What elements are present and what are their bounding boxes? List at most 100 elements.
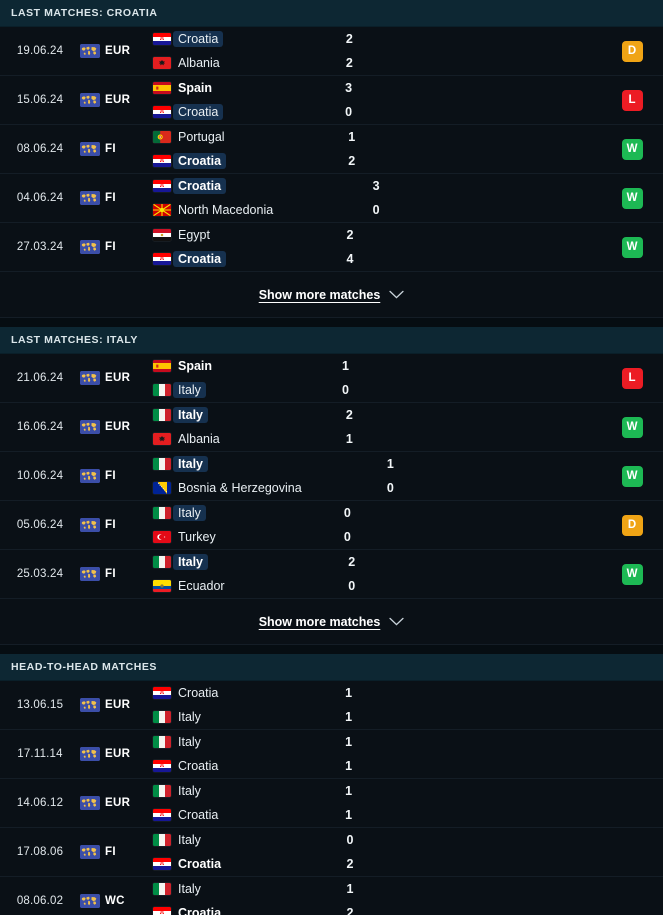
match-row[interactable]: 04.06.24 FI Croatia North Macedonia 3 0 … bbox=[0, 174, 663, 223]
competition-cell[interactable]: EUR bbox=[80, 730, 142, 778]
match-row[interactable]: 27.03.24 FI Egypt Croatia 2 4 W bbox=[0, 223, 663, 272]
competition-label: EUR bbox=[105, 45, 131, 57]
competition-cell[interactable]: WC bbox=[80, 877, 142, 915]
match-date: 08.06.24 bbox=[16, 143, 64, 155]
competition-cell[interactable]: FI bbox=[80, 174, 142, 222]
match-row[interactable]: 17.08.06 FI Italy Croatia 0 2 bbox=[0, 828, 663, 877]
match-row[interactable]: 19.06.24 EUR Croatia Albania 2 2 D bbox=[0, 27, 663, 76]
team-name-away[interactable]: Bosnia & Herzegovina bbox=[173, 480, 307, 496]
scores-cell: 2 4 bbox=[344, 223, 484, 271]
competition-cell[interactable]: EUR bbox=[80, 354, 142, 402]
team-row-home: Croatia bbox=[153, 178, 370, 194]
competition-cell[interactable]: EUR bbox=[80, 681, 142, 729]
team-name-home[interactable]: Spain bbox=[173, 80, 217, 96]
competition-cell[interactable]: FI bbox=[80, 452, 142, 500]
flag-icon-es bbox=[153, 82, 171, 94]
team-name-away[interactable]: Croatia bbox=[173, 104, 224, 120]
match-row[interactable]: 25.03.24 FI Italy Ecuador 2 0 W bbox=[0, 550, 663, 599]
score-away: 1 bbox=[345, 432, 353, 446]
team-name-home[interactable]: Italy bbox=[173, 505, 206, 521]
flag-icon-it bbox=[153, 458, 171, 470]
team-name-away[interactable]: North Macedonia bbox=[173, 202, 278, 218]
team-name-away[interactable]: Croatia bbox=[173, 251, 227, 267]
score-home: 1 bbox=[386, 457, 394, 471]
competition-cell[interactable]: FI bbox=[80, 828, 142, 876]
competition-cell[interactable]: EUR bbox=[80, 27, 142, 75]
team-name-home[interactable]: Egypt bbox=[173, 227, 215, 243]
match-row[interactable]: 08.06.24 FI Portugal Croatia 1 2 W bbox=[0, 125, 663, 174]
row-spacer bbox=[482, 779, 601, 827]
row-spacer bbox=[482, 76, 601, 124]
team-name-home[interactable]: Portugal bbox=[173, 129, 230, 145]
teams-cell: Croatia Albania bbox=[142, 27, 343, 75]
team-name-home[interactable]: Italy bbox=[173, 734, 206, 750]
competition-cell[interactable]: FI bbox=[80, 125, 142, 173]
match-row[interactable]: 14.06.12 EUR Italy Croatia 1 1 bbox=[0, 779, 663, 828]
match-date: 27.03.24 bbox=[16, 241, 64, 253]
scores-cell: 1 1 bbox=[342, 681, 482, 729]
teams-cell: Spain Italy bbox=[142, 354, 339, 402]
flag-icon-it bbox=[153, 785, 171, 797]
competition-cell[interactable]: EUR bbox=[80, 76, 142, 124]
match-row[interactable]: 13.06.15 EUR Croatia Italy 1 1 bbox=[0, 681, 663, 730]
row-spacer bbox=[481, 501, 601, 549]
row-spacer bbox=[483, 403, 601, 451]
match-row[interactable]: 17.11.14 EUR Italy Croatia 1 1 bbox=[0, 730, 663, 779]
score-home: 2 bbox=[345, 408, 353, 422]
team-name-away[interactable]: Ecuador bbox=[173, 578, 230, 594]
match-row[interactable]: 16.06.24 EUR Italy Albania 2 1 W bbox=[0, 403, 663, 452]
match-row[interactable]: 05.06.24 FI Italy Turkey 0 0 D bbox=[0, 501, 663, 550]
team-name-home[interactable]: Italy bbox=[173, 832, 206, 848]
team-name-home[interactable]: Italy bbox=[173, 554, 209, 570]
competition-label: EUR bbox=[105, 797, 131, 809]
result-cell: W bbox=[601, 223, 663, 271]
flag-icon-ba bbox=[153, 482, 171, 494]
competition-label: FI bbox=[105, 143, 116, 155]
section-header-head-to-head-matches: HEAD-TO-HEAD MATCHES bbox=[0, 654, 663, 681]
match-list-head-to-head-matches: 13.06.15 EUR Croatia Italy 1 1 17.11.14 … bbox=[0, 681, 663, 915]
team-name-away[interactable]: Croatia bbox=[173, 856, 226, 872]
flag-icon-hr bbox=[153, 253, 171, 265]
team-name-away[interactable]: Italy bbox=[173, 382, 206, 398]
teams-cell: Croatia Italy bbox=[142, 681, 342, 729]
team-row-home: Italy bbox=[153, 734, 342, 750]
scores-cell: 2 2 bbox=[343, 27, 483, 75]
team-name-away[interactable]: Albania bbox=[173, 55, 225, 71]
team-row-home: Italy bbox=[153, 881, 344, 897]
team-name-away[interactable]: Croatia bbox=[173, 153, 227, 169]
match-row[interactable]: 08.06.02 WC Italy Croatia 1 2 bbox=[0, 877, 663, 915]
match-row[interactable]: 21.06.24 EUR Spain Italy 1 0 L bbox=[0, 354, 663, 403]
flag-icon-eg bbox=[153, 229, 171, 241]
team-name-away[interactable]: Croatia bbox=[173, 905, 226, 915]
team-name-home[interactable]: Italy bbox=[173, 407, 209, 423]
team-name-home[interactable]: Croatia bbox=[173, 31, 224, 47]
competition-cell[interactable]: EUR bbox=[80, 403, 142, 451]
team-name-away[interactable]: Croatia bbox=[173, 758, 223, 774]
team-name-home[interactable]: Italy bbox=[173, 456, 209, 472]
team-name-away[interactable]: Turkey bbox=[173, 529, 221, 545]
show-more-matches-button[interactable]: Show more matches bbox=[0, 272, 663, 318]
competition-cell[interactable]: FI bbox=[80, 550, 142, 598]
team-name-home[interactable]: Croatia bbox=[173, 685, 223, 701]
competition-label: EUR bbox=[105, 94, 131, 106]
team-name-home[interactable]: Italy bbox=[173, 783, 206, 799]
match-row[interactable]: 15.06.24 EUR Spain Croatia 3 0 L bbox=[0, 76, 663, 125]
team-name-away[interactable]: Albania bbox=[173, 431, 225, 447]
team-name-home[interactable]: Croatia bbox=[173, 178, 227, 194]
match-date: 04.06.24 bbox=[16, 192, 64, 204]
result-badge: W bbox=[621, 563, 643, 585]
team-name-away[interactable]: Croatia bbox=[173, 807, 223, 823]
row-spacer bbox=[524, 452, 601, 500]
show-more-matches-button[interactable]: Show more matches bbox=[0, 599, 663, 645]
score-away: 0 bbox=[343, 530, 351, 544]
match-date: 17.11.14 bbox=[17, 748, 63, 760]
competition-cell[interactable]: FI bbox=[80, 501, 142, 549]
competition-cell[interactable]: FI bbox=[80, 223, 142, 271]
team-name-home[interactable]: Spain bbox=[173, 358, 217, 374]
team-row-home: Italy bbox=[153, 783, 342, 799]
team-name-home[interactable]: Italy bbox=[173, 881, 206, 897]
team-name-away[interactable]: Italy bbox=[173, 709, 206, 725]
flag-icon-pt bbox=[153, 131, 171, 143]
competition-cell[interactable]: EUR bbox=[80, 779, 142, 827]
match-row[interactable]: 10.06.24 FI Italy Bosnia & Herzegovina 1 bbox=[0, 452, 663, 501]
